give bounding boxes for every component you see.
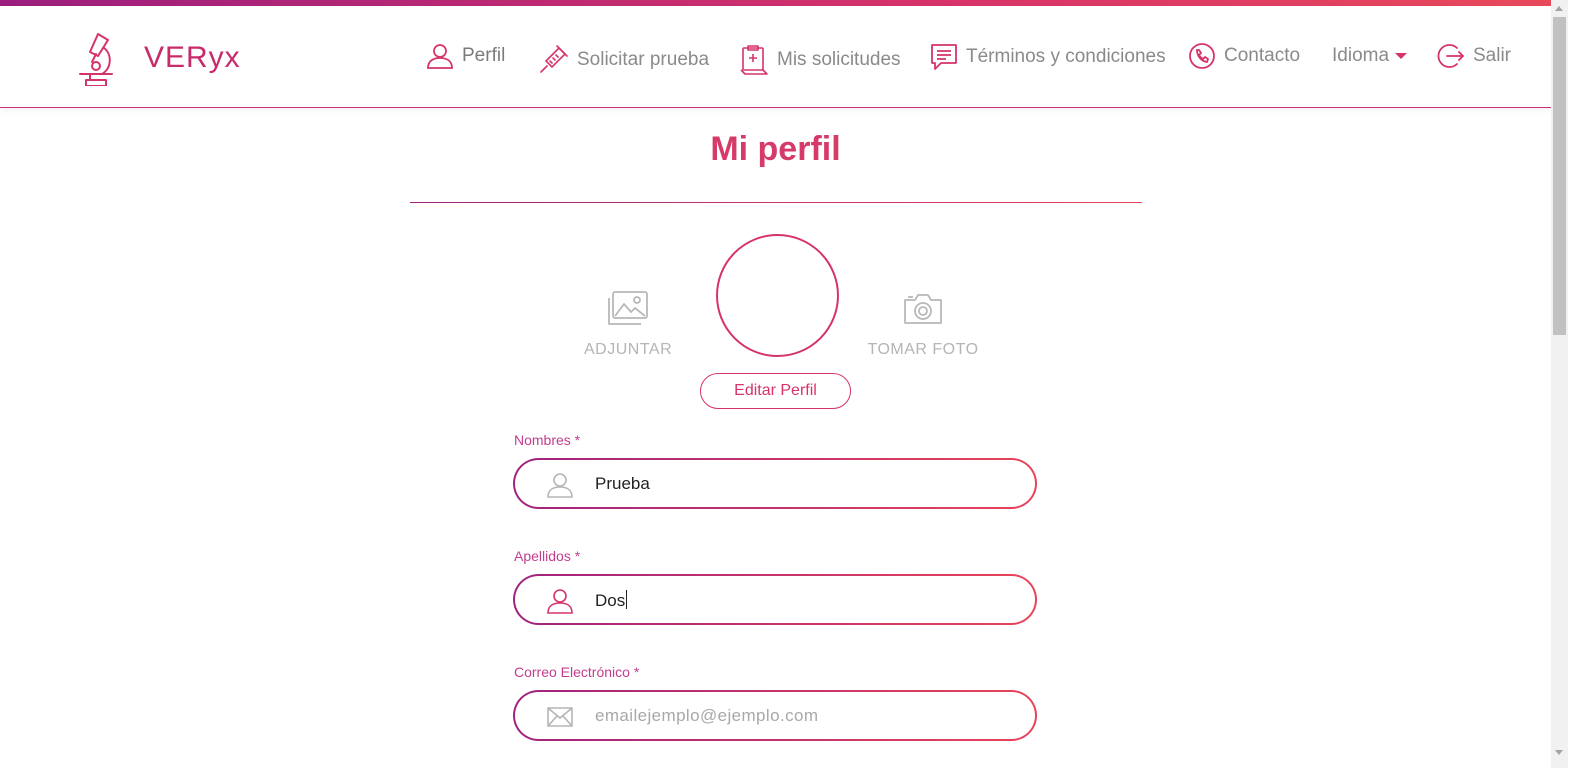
brand-logo[interactable]: VERyx (76, 30, 241, 86)
nav-perfil[interactable]: Perfil (426, 42, 505, 70)
caret-down-icon (1395, 53, 1408, 59)
scroll-up-arrow[interactable] (1555, 6, 1563, 11)
nav-terminos[interactable]: Términos y condiciones (930, 42, 1166, 72)
brand-name: VERyx (144, 41, 241, 74)
nav-perfil-label: Perfil (462, 45, 506, 66)
first-name-label: Nombres * (514, 432, 581, 448)
take-photo-option[interactable]: TOMAR FOTO (866, 290, 980, 359)
nav-mis-solicitudes-label: Mis solicitudes (777, 49, 901, 70)
image-icon (607, 291, 648, 325)
attach-label: ADJUNTAR (584, 341, 673, 358)
user-icon (547, 473, 573, 498)
page-title: Mi perfil (710, 130, 841, 168)
last-name-label: Apellidos * (514, 548, 581, 564)
email-field[interactable]: emailejemplo@ejemplo.com (513, 690, 1037, 741)
page-scrollbar[interactable] (1551, 0, 1568, 768)
nav-salir-label: Salir (1473, 45, 1512, 66)
site-header: VERyx Perfil Solicitar prueba Mis solici… (0, 6, 1551, 108)
take-photo-label: TOMAR FOTO (867, 341, 979, 358)
nav-solicitar-prueba[interactable]: Solicitar prueba (537, 44, 709, 76)
nav-idioma-dropdown[interactable]: Idioma (1332, 42, 1408, 70)
nav-idioma-label: Idioma (1332, 45, 1390, 66)
first-name-value: Prueba (595, 474, 650, 493)
microscope-icon (79, 33, 113, 86)
text-caret (626, 590, 628, 609)
message-icon (931, 44, 957, 70)
phone-icon (1189, 43, 1215, 69)
edit-profile-button[interactable]: Editar Perfil (700, 373, 851, 409)
scrollbar-thumb[interactable] (1553, 17, 1566, 335)
medical-report-icon (740, 45, 768, 75)
title-divider (410, 202, 1142, 203)
camera-icon (904, 294, 942, 324)
attach-photo-option[interactable]: ADJUNTAR (584, 290, 673, 359)
last-name-field[interactable]: Dos (513, 574, 1037, 625)
nav-mis-solicitudes[interactable]: Mis solicitudes (739, 44, 901, 76)
last-name-value: Dos (595, 591, 626, 610)
nav-solicitar-prueba-label: Solicitar prueba (577, 49, 710, 70)
email-label: Correo Electrónico * (514, 664, 640, 680)
user-icon (547, 589, 573, 614)
nav-contacto-label: Contacto (1224, 45, 1301, 66)
email-placeholder: emailejemplo@ejemplo.com (595, 706, 819, 725)
logout-icon (1437, 44, 1465, 68)
nav-contacto[interactable]: Contacto (1188, 42, 1300, 70)
last-name-input-wrap[interactable]: Dos (595, 590, 628, 611)
first-name-field[interactable]: Prueba (513, 458, 1037, 509)
scroll-down-arrow[interactable] (1555, 750, 1563, 755)
nav-terminos-label: Términos y condiciones (966, 46, 1166, 67)
syringe-icon (540, 45, 568, 73)
envelope-icon (547, 707, 573, 727)
avatar[interactable] (716, 234, 839, 357)
user-icon (427, 44, 453, 69)
nav-salir[interactable]: Salir (1437, 42, 1511, 70)
